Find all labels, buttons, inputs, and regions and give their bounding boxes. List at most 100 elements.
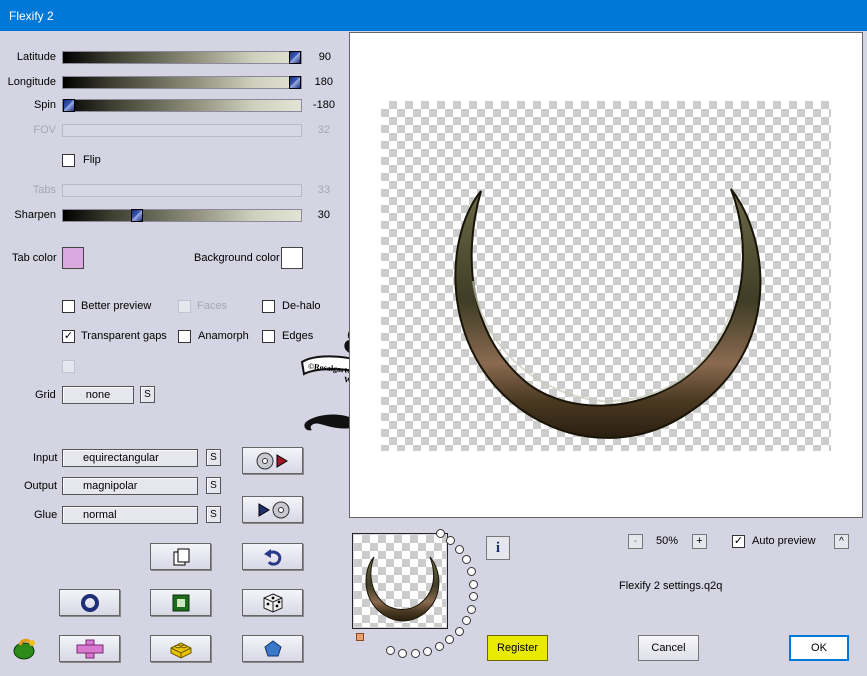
flip-label: Flip: [83, 154, 101, 166]
progress-dot: [455, 627, 464, 636]
longitude-slider[interactable]: [62, 76, 302, 89]
thumbnail-preview[interactable]: [352, 533, 448, 629]
ok-label: OK: [811, 642, 827, 654]
progress-dot: [469, 580, 478, 589]
settings-filename: Flexify 2 settings.q2q: [619, 580, 723, 592]
tab-color-swatch[interactable]: [62, 247, 84, 269]
progress-dot: [436, 529, 445, 538]
progress-dot: [386, 646, 395, 655]
yellow-brick-icon: [170, 641, 191, 659]
brick-button[interactable]: [150, 635, 211, 662]
grid-label: Grid: [35, 389, 56, 401]
disc-play-icon: [256, 452, 288, 469]
glue-select[interactable]: normal: [62, 506, 198, 524]
de-halo-label: De-halo: [282, 300, 321, 312]
info-icon: i: [495, 540, 501, 556]
cancel-label: Cancel: [651, 642, 686, 654]
progress-dot: [462, 555, 471, 564]
latitude-label: Latitude: [16, 51, 56, 63]
check-mark-icon: ✓: [63, 330, 74, 342]
sharpen-slider[interactable]: [62, 209, 302, 222]
dice-icon: [263, 592, 282, 613]
tabs-slider: [62, 184, 302, 197]
transparent-gaps-label: Transparent gaps: [81, 330, 167, 342]
cancel-button[interactable]: Cancel: [638, 635, 699, 661]
input-label: Input: [33, 452, 58, 464]
output-select[interactable]: magnipolar: [62, 477, 198, 495]
progress-dot: [435, 642, 444, 651]
tab-color-label: Tab color: [12, 252, 57, 264]
spin-value: -180: [312, 99, 335, 111]
tabs-label: Tabs: [32, 184, 56, 196]
ring-button[interactable]: [59, 589, 120, 616]
progress-dot: [467, 567, 476, 576]
save-preset-button[interactable]: [242, 496, 303, 523]
spin-slider-thumb[interactable]: [63, 99, 75, 112]
thumbnail-canvas: [354, 535, 446, 627]
anamorph-label: Anamorph: [198, 330, 249, 342]
ok-button[interactable]: OK: [789, 635, 849, 661]
copy-button[interactable]: [150, 543, 211, 570]
grid-s-button[interactable]: S: [140, 386, 155, 403]
register-button[interactable]: Register: [487, 635, 548, 661]
output-s-button[interactable]: S: [206, 477, 221, 494]
cross-button[interactable]: [59, 635, 120, 662]
random-button[interactable]: [242, 589, 303, 616]
undo-button[interactable]: [242, 543, 303, 570]
spin-label: Spin: [33, 99, 56, 111]
sharpen-slider-thumb[interactable]: [131, 209, 143, 222]
background-color-swatch[interactable]: [281, 247, 303, 269]
zoom-in-button[interactable]: +: [692, 534, 707, 549]
play-disc-icon: [258, 501, 289, 518]
fov-slider: [62, 124, 302, 137]
info-button[interactable]: i: [486, 536, 510, 560]
longitude-label: Longitude: [7, 76, 56, 88]
flip-checkbox[interactable]: [62, 154, 75, 167]
glue-label: Glue: [34, 509, 58, 521]
tabs-value: 33: [317, 184, 330, 196]
sharpen-value: 30: [317, 209, 330, 221]
faces-checkbox: [178, 300, 191, 313]
glue-s-button[interactable]: S: [206, 506, 221, 523]
crescent-render: [454, 188, 762, 439]
progress-dot: [462, 616, 471, 625]
background-color-label: Background color: [194, 252, 280, 264]
better-preview-label: Better preview: [81, 300, 152, 312]
better-preview-checkbox[interactable]: [62, 300, 75, 313]
spin-slider[interactable]: [62, 99, 302, 112]
zoom-value: 50%: [656, 535, 679, 547]
sharpen-label: Sharpen: [14, 209, 56, 221]
edges-checkbox[interactable]: [262, 330, 275, 343]
de-halo-checkbox[interactable]: [262, 300, 275, 313]
transparent-gaps-checkbox[interactable]: ✓: [62, 330, 75, 343]
fov-value: 32: [317, 124, 330, 136]
latitude-slider[interactable]: [62, 51, 302, 64]
preview-pane[interactable]: [349, 32, 863, 518]
thumbnail-crescent: [365, 556, 440, 622]
collapse-button[interactable]: ^: [834, 534, 849, 549]
register-label: Register: [497, 642, 538, 654]
auto-preview-checkbox[interactable]: ✓: [732, 535, 745, 548]
load-preset-button[interactable]: [242, 447, 303, 474]
progress-dot: [455, 545, 464, 554]
flexify-logo-icon: [13, 638, 35, 660]
square-button[interactable]: [150, 589, 211, 616]
progress-dot: [445, 635, 454, 644]
input-s-button[interactable]: S: [206, 449, 221, 466]
copy-pages-icon: [173, 548, 189, 565]
thumbnail-anchor-icon: [356, 633, 364, 641]
zoom-out-button[interactable]: -: [628, 534, 643, 549]
progress-dot: [469, 592, 478, 601]
anamorph-checkbox[interactable]: [178, 330, 191, 343]
longitude-value: 180: [314, 76, 333, 88]
flexify-logo[interactable]: [12, 637, 38, 664]
green-square-icon: [172, 594, 189, 611]
input-select[interactable]: equirectangular: [62, 449, 198, 467]
chevron-up-icon: ^: [839, 536, 844, 547]
title-bar[interactable]: Flexify 2: [0, 0, 867, 31]
faces-label: Faces: [197, 300, 227, 312]
grid-select[interactable]: none: [62, 386, 134, 404]
auto-preview-label: Auto preview: [752, 535, 816, 547]
output-label: Output: [24, 480, 58, 492]
pentagon-button[interactable]: [242, 635, 303, 662]
